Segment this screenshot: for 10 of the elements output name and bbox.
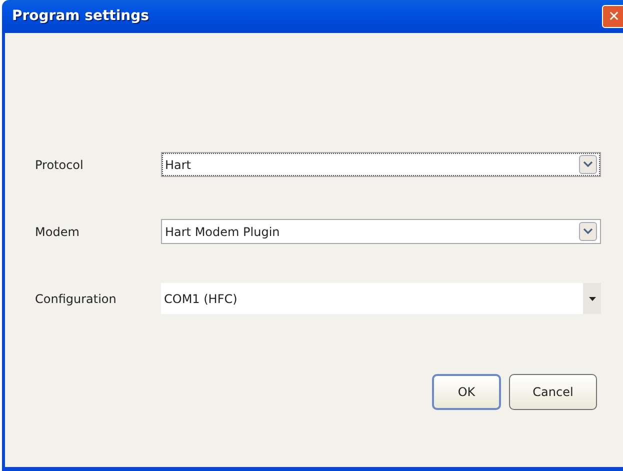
cancel-button[interactable]: Cancel [509,374,597,410]
dropdown-field[interactable]: Hart Modem Plugin [161,219,601,244]
field-label: Modem [35,224,80,240]
dropdown-field[interactable]: Hart [161,152,601,177]
field-label: Protocol [35,156,84,174]
window-title: Program settings [12,7,149,26]
dropdown-field[interactable]: COM1 (HFC) [161,283,601,314]
ok-button[interactable]: OK [432,374,501,410]
field-label: Configuration [35,290,118,308]
close-button[interactable]: ✕ [602,5,623,28]
